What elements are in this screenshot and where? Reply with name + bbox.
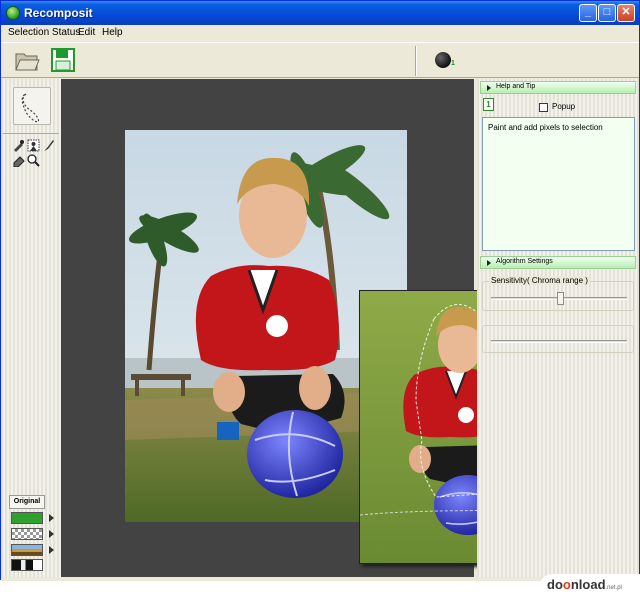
tool-panel: Original [1, 79, 61, 577]
app-icon [6, 6, 20, 20]
menu-selection-status[interactable]: Selection Status [8, 27, 80, 38]
select-person-icon[interactable] [27, 139, 40, 152]
zoom-icon[interactable] [27, 154, 40, 167]
transparent-checker-swatch[interactable] [11, 528, 43, 540]
download-watermark: doonload.net.pl [540, 574, 640, 595]
close-button[interactable]: ✕ [617, 4, 635, 22]
sensitivity-label: Sensitivity( Chroma range ) [489, 276, 590, 285]
eyedropper-icon[interactable] [12, 139, 25, 152]
menu-bar: Selection Status Edit Help [1, 25, 639, 42]
landscape-image-swatch[interactable] [11, 544, 43, 556]
folder-open-icon[interactable] [13, 46, 41, 74]
app-window: Recomposit _ □ ✕ Selection Status Edit H… [0, 0, 640, 581]
silhouette-image-swatch[interactable] [11, 559, 43, 571]
popup-checkbox[interactable] [539, 103, 548, 112]
sensitivity-slider-thumb[interactable] [557, 292, 564, 305]
side-panel: Help and Tip 1 Popup Paint and add pixel… [477, 79, 639, 577]
title-bar[interactable]: Recomposit _ □ ✕ [1, 1, 639, 25]
lasso-icon[interactable] [13, 87, 51, 125]
minimize-button[interactable]: _ [579, 4, 597, 22]
toolbar-separator [415, 46, 417, 76]
popup-label: Popup [552, 102, 576, 111]
menu-edit[interactable]: Edit [78, 27, 95, 38]
green-fill-swatch[interactable] [11, 512, 43, 524]
image-canvas[interactable] [61, 79, 555, 577]
help-header-label: Help and Tip [496, 83, 536, 90]
maximize-button[interactable]: □ [598, 4, 616, 22]
save-disk-icon[interactable] [49, 46, 77, 74]
chevron-right-icon[interactable] [49, 514, 54, 522]
status-count: 1 [451, 60, 455, 67]
help-text: Paint and add pixels to selection [488, 123, 603, 132]
chevron-right-icon[interactable] [49, 530, 54, 538]
secondary-slider-group [482, 325, 634, 353]
window-title: Recomposit [24, 6, 93, 20]
algorithm-section-header[interactable]: Algorithm Settings [480, 256, 636, 269]
help-section-header[interactable]: Help and Tip [480, 81, 636, 94]
triangle-right-icon [487, 85, 491, 91]
triangle-right-icon [487, 260, 491, 266]
menu-help[interactable]: Help [102, 27, 123, 38]
algorithm-header-label: Algorithm Settings [496, 258, 553, 265]
original-tab[interactable]: Original [9, 495, 45, 509]
toolbar: 1 [1, 42, 639, 78]
chevron-right-icon[interactable] [49, 546, 54, 554]
help-text-box: Paint and add pixels to selection [482, 117, 635, 251]
secondary-slider-track[interactable] [491, 340, 627, 343]
brush-icon[interactable] [42, 139, 55, 152]
eraser-icon[interactable] [12, 154, 25, 167]
status-indicator-icon [435, 52, 451, 68]
sensitivity-group: Sensitivity( Chroma range ) [482, 276, 634, 311]
page-icon: 1 [483, 98, 494, 111]
